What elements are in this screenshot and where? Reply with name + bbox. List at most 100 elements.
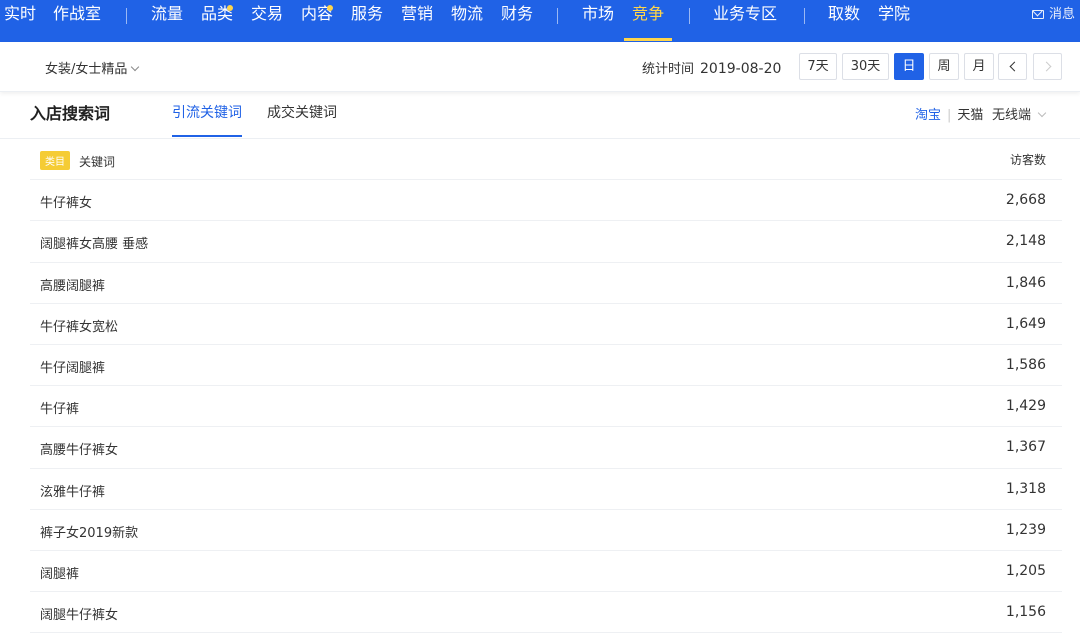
nav-item-label: 服务 [351,4,384,23]
nav-item-3[interactable]: 品类 [201,0,233,42]
nav-item-label: 业务专区 [713,4,778,23]
table-row[interactable]: 阔腿牛仔裤女 1,156 [30,592,1062,634]
keyword-table: 类目 关键词 访客数 牛仔裤女 2,668 阔腿裤女高腰 垂感 2,148 高腰阔腿裤 1,… [30,139,1062,634]
table-row[interactable]: 裤子女2019新款 1,239 [30,510,1062,551]
nav-item-label: 学院 [878,4,911,23]
platform-switch: 淘宝 | 天猫 [915,104,983,123]
table-row[interactable]: 牛仔裤 1,429 [30,386,1062,428]
visitors-cell: 1,239 [1005,521,1046,538]
keyword-cell: 牛仔阔腿裤 [40,360,106,376]
table-row[interactable]: 高腰阔腿裤 1,846 [30,263,1062,304]
nav-item-11[interactable]: 竞争 [623,0,673,42]
chevron-left-icon [1009,61,1019,72]
nav-message[interactable]: 消息 [1032,0,1075,42]
nav-item-label: 物流 [451,4,484,23]
stat-time: 统计时间 2019-08-20 [642,58,781,77]
platform-taobao[interactable]: 淘宝 [915,108,941,123]
category-selector[interactable]: 女装/女士精品 [45,58,140,77]
visitors-cell: 1,846 [1005,274,1046,291]
notification-dot [327,5,333,11]
nav-item-14[interactable]: 学院 [878,0,910,42]
table-row[interactable]: 高腰牛仔裤女 1,367 [30,427,1062,469]
visitors-cell: 1,429 [1005,398,1046,415]
keyword-cell: 阔腿牛仔裤女 [40,608,119,624]
header-keyword: 类目 关键词 [40,151,115,170]
device-label: 无线端 [992,108,1032,123]
table-row[interactable]: 牛仔裤女 2,668 [30,180,1062,222]
platform-separator: | [947,108,952,123]
category-label: 女装/女士精品 [45,62,128,77]
keyword-cell: 牛仔裤女 [40,196,93,212]
nav-separator [689,8,690,24]
nav-item-label: 实时 [4,4,37,23]
keyword-cell: 牛仔裤 [40,402,80,418]
keyword-cell: 裤子女2019新款 [40,525,139,541]
prev-period-button[interactable] [998,53,1027,80]
nav-separator [804,8,805,24]
nav-item-9[interactable]: 财务 [501,0,533,42]
nav-item-label: 财务 [501,4,534,23]
visitors-cell: 2,668 [1005,192,1046,209]
col-visitors-label[interactable]: 访客数 [1010,151,1046,168]
stat-time-label: 统计时间 [642,62,695,77]
notification-dot [227,5,233,11]
period-button-2[interactable]: 日 [894,53,924,80]
nav-item-label: 竞争 [632,4,665,23]
nav-item-2[interactable]: 流量 [151,0,183,42]
period-button-0[interactable]: 7天 [799,53,837,80]
visitors-cell: 1,367 [1005,439,1046,456]
period-button-4[interactable]: 月 [964,53,994,80]
nav-item-1[interactable]: 作战室 [53,0,101,42]
filter-bar: 女装/女士精品 统计时间 2019-08-20 7天 30天日周月 [0,42,1080,92]
table-row[interactable]: 牛仔裤女宽松 1,649 [30,304,1062,345]
visitors-cell: 1,205 [1005,562,1046,579]
tab-deal-keywords[interactable]: 成交关键词 [267,102,337,138]
table-row[interactable]: 阔腿裤 1,205 [30,551,1062,593]
visitors-cell: 1,156 [1005,604,1046,621]
period-button-3[interactable]: 周 [929,53,959,80]
chevron-down-icon [131,62,140,72]
next-period-button[interactable] [1033,53,1062,80]
nav-item-4[interactable]: 交易 [251,0,283,42]
table-row[interactable]: 阔腿裤女高腰 垂感 2,148 [30,221,1062,263]
nav-message-label: 消息 [1049,7,1076,22]
nav-item-label: 营销 [401,4,434,23]
nav-item-label: 市场 [582,4,615,23]
platform-tmall[interactable]: 天猫 [957,108,983,123]
keyword-cell: 泫雅牛仔裤 [40,484,106,500]
table-row[interactable]: 泫雅牛仔裤 1,318 [30,469,1062,510]
nav-item-label: 交易 [251,4,284,23]
keyword-cell: 高腰阔腿裤 [40,278,106,294]
visitors-cell: 1,318 [1005,480,1046,497]
chevron-right-icon [1041,61,1051,72]
nav-item-label: 流量 [151,4,184,23]
visitors-cell: 1,649 [1005,315,1046,332]
section-title: 入店搜索词 [30,104,111,123]
nav-item-6[interactable]: 服务 [351,0,383,42]
top-nav: 实时 作战室 流量 品类 交易 内容 服务 营销 物流 财务 市场 竞争 业务专区 取数 学院 消息 [0,0,1080,42]
nav-item-label: 取数 [828,4,861,23]
keyword-cell: 阔腿裤女高腰 垂感 [40,237,149,253]
period-button-1[interactable]: 30天 [842,53,889,80]
table-row[interactable]: 牛仔阔腿裤 1,586 [30,345,1062,387]
chevron-down-icon [1037,108,1047,118]
nav-item-13[interactable]: 取数 [828,0,860,42]
nav-separator [557,8,558,24]
nav-item-12[interactable]: 业务专区 [713,0,777,42]
tab-traffic-keywords[interactable]: 引流关键词 [172,102,242,138]
nav-item-0[interactable]: 实时 [4,0,36,42]
visitors-cell: 1,586 [1005,356,1046,373]
nav-item-8[interactable]: 物流 [451,0,483,42]
col-keyword-label: 关键词 [79,155,116,169]
nav-separator [126,8,127,24]
nav-item-label: 作战室 [53,4,102,23]
table-header: 类目 关键词 访客数 [30,139,1062,181]
table-body: 牛仔裤女 2,668 阔腿裤女高腰 垂感 2,148 高腰阔腿裤 1,846 牛仔裤女宽松 1… [30,180,1062,634]
device-selector[interactable]: 无线端 [992,104,1047,123]
nav-item-7[interactable]: 营销 [401,0,433,42]
nav-item-10[interactable]: 市场 [582,0,614,42]
stat-date[interactable]: 2019-08-20 [700,61,781,77]
visitors-cell: 2,148 [1005,233,1046,250]
keyword-cell: 牛仔裤女宽松 [40,319,119,335]
nav-item-5[interactable]: 内容 [301,0,333,42]
